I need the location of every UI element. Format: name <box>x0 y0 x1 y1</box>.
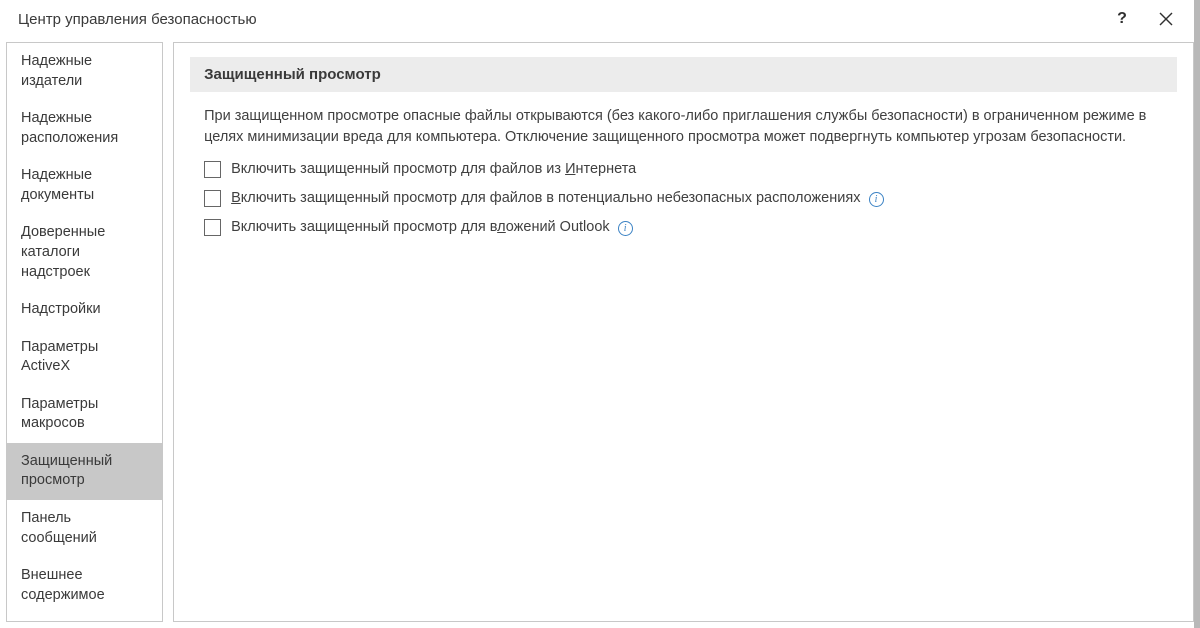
sidebar-item-10[interactable]: Параметры блокировки файлов <box>7 614 162 622</box>
window-title: Центр управления безопасностью <box>18 11 1100 28</box>
sidebar-item-1[interactable]: Надежные расположения <box>7 100 162 157</box>
dialog-body: Надежные издателиНадежные расположенияНа… <box>0 38 1200 628</box>
option-checkbox-1[interactable] <box>204 190 221 207</box>
sidebar-item-2[interactable]: Надежные документы <box>7 157 162 214</box>
option-checkbox-2[interactable] <box>204 219 221 236</box>
sidebar-item-9[interactable]: Внешнее содержимое <box>7 557 162 614</box>
options-list: Включить защищенный просмотр для файлов … <box>190 160 1177 237</box>
sidebar-item-5[interactable]: Параметры ActiveX <box>7 329 162 386</box>
sidebar-item-4[interactable]: Надстройки <box>7 291 162 329</box>
titlebar: Центр управления безопасностью ? <box>0 0 1200 38</box>
sidebar-item-7[interactable]: Защищенный просмотр <box>7 443 162 500</box>
sidebar-item-6[interactable]: Параметры макросов <box>7 386 162 443</box>
option-checkbox-0[interactable] <box>204 161 221 178</box>
sidebar-item-8[interactable]: Панель сообщений <box>7 500 162 557</box>
option-label-0[interactable]: Включить защищенный просмотр для файлов … <box>231 160 636 179</box>
option-row-0: Включить защищенный просмотр для файлов … <box>204 160 1163 179</box>
sidebar: Надежные издателиНадежные расположенияНа… <box>6 42 163 622</box>
section-header: Защищенный просмотр <box>190 57 1177 92</box>
info-icon[interactable]: i <box>618 221 633 236</box>
right-window-edge <box>1194 0 1200 628</box>
option-row-2: Включить защищенный просмотр для вложени… <box>204 218 1163 237</box>
close-button[interactable] <box>1144 0 1188 38</box>
trust-center-window: Центр управления безопасностью ? Надежны… <box>0 0 1200 628</box>
close-icon <box>1159 12 1173 26</box>
option-label-2[interactable]: Включить защищенный просмотр для вложени… <box>231 218 633 237</box>
sidebar-item-0[interactable]: Надежные издатели <box>7 43 162 100</box>
help-button[interactable]: ? <box>1100 0 1144 38</box>
sidebar-item-3[interactable]: Доверенные каталоги надстроек <box>7 214 162 291</box>
section-description: При защищенном просмотре опасные файлы о… <box>190 106 1177 160</box>
option-label-1[interactable]: Включить защищенный просмотр для файлов … <box>231 189 883 208</box>
info-icon[interactable]: i <box>869 192 884 207</box>
option-row-1: Включить защищенный просмотр для файлов … <box>204 189 1163 208</box>
main-panel: Защищенный просмотр При защищенном просм… <box>173 42 1194 622</box>
